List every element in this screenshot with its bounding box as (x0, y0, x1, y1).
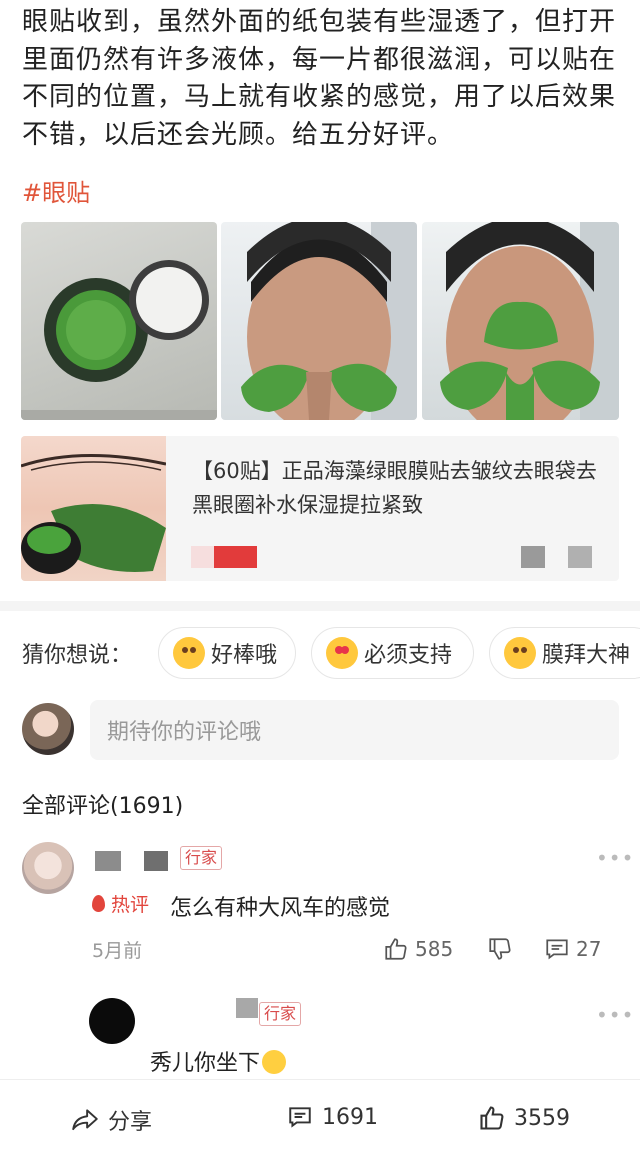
bottom-action-bar: 分享 1691 3559 (0, 1079, 640, 1159)
post-photo-product-jar[interactable] (21, 222, 217, 420)
post-photo-wearing-patches-2[interactable] (422, 222, 619, 420)
current-user-avatar (22, 703, 74, 755)
more-options-icon[interactable]: ••• (596, 846, 634, 870)
product-thumbnail (21, 436, 166, 581)
share-button[interactable]: 分享 (70, 1104, 152, 1136)
redacted-info (568, 546, 592, 568)
product-card[interactable]: 【60贴】正品海藻绿眼膜贴去皱纹去眼袋去黑眼圈补水保湿提拉紧致 (21, 436, 619, 581)
section-divider (0, 601, 640, 611)
suggestion-label: 猜你想说： (22, 643, 133, 668)
username-redacted[interactable] (236, 998, 258, 1018)
comment-time: 5月前 (92, 940, 143, 962)
username-redacted[interactable] (144, 851, 168, 871)
avatar[interactable] (89, 998, 135, 1044)
like-count: 585 (415, 937, 454, 961)
thumbs-down-icon (489, 938, 511, 960)
more-options-icon[interactable]: ••• (596, 1003, 634, 1027)
comment-input[interactable]: 期待你的评论哦 (90, 700, 619, 760)
share-icon (72, 1109, 98, 1131)
like-post-button[interactable]: 3559 (478, 1104, 570, 1132)
suggestion-chip[interactable]: 好棒哦 (158, 627, 296, 679)
praise-emoji-icon (504, 637, 536, 669)
suggestion-chip-label: 好棒哦 (211, 643, 278, 668)
comment-bubble-icon (546, 939, 568, 960)
flame-icon (92, 895, 105, 912)
comments-header: 全部评论(1691) (22, 794, 184, 819)
comment-input-placeholder: 期待你的评论哦 (107, 720, 262, 745)
share-label: 分享 (108, 1110, 153, 1135)
comments-count: 1691 (322, 1104, 378, 1130)
comment-text-content: 秀儿你坐下 (150, 1051, 261, 1076)
expert-badge: 行家 (259, 1002, 302, 1026)
dislike-button[interactable] (487, 936, 519, 962)
comment-text: 怎么有种大风车的感觉 (170, 896, 391, 921)
suggestion-chip[interactable]: 膜拜大神 (489, 627, 640, 679)
username-redacted[interactable] (95, 851, 121, 871)
reply-count: 27 (576, 937, 602, 961)
comment-bubble-icon (289, 1107, 311, 1128)
post-photo-wearing-patches-1[interactable] (221, 222, 417, 420)
suggestion-chip[interactable]: 必须支持 (311, 627, 474, 679)
likes-count: 3559 (514, 1105, 570, 1131)
like-button[interactable]: 585 (383, 936, 453, 962)
price-redacted (191, 546, 257, 568)
comments-button[interactable]: 1691 (286, 1104, 378, 1130)
suggestion-chip-label: 必须支持 (364, 643, 453, 668)
avatar[interactable] (22, 842, 74, 894)
thumbs-up-icon (480, 1106, 504, 1130)
blush-emoji-icon (173, 637, 205, 669)
comment-text: 秀儿你坐下 (150, 1045, 287, 1077)
hashtag-link[interactable]: #眼贴 (22, 173, 90, 208)
expert-badge: 行家 (180, 846, 223, 870)
suggestion-chip-label: 膜拜大神 (542, 643, 631, 668)
redacted-info (521, 546, 545, 568)
hot-comment-badge: 热评 (92, 890, 149, 917)
post-text: 眼贴收到，虽然外面的纸包装有些湿透了，但打开里面仍然有许多液体，每一片都很滋润，… (22, 7, 617, 150)
thumbs-up-icon (385, 938, 407, 960)
reply-button[interactable]: 27 (544, 936, 601, 962)
product-title[interactable]: 【60贴】正品海藻绿眼膜贴去皱纹去眼袋去黑眼圈补水保湿提拉紧致 (192, 454, 602, 522)
heart-eyes-emoji-icon (326, 637, 358, 669)
hot-badge-label: 热评 (111, 894, 150, 916)
laughing-emoji-icon (262, 1050, 287, 1074)
